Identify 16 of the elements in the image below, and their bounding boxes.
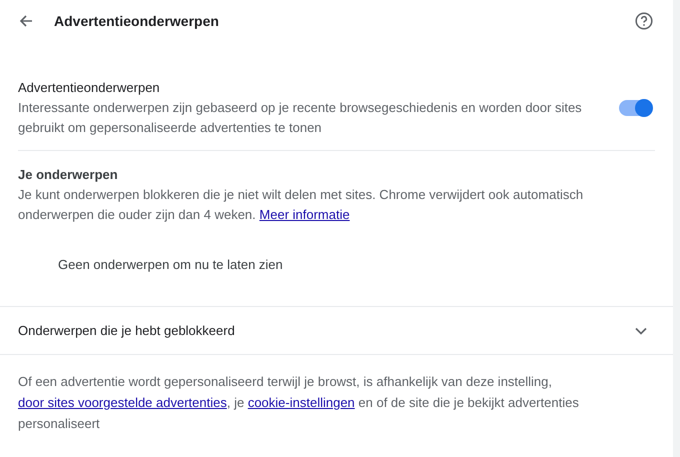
section-title: Je onderwerpen	[18, 166, 119, 184]
section-description: Je kunt onderwerpen blokkeren die je niet wilt delen met sites. Chrome verwijdert ook automatisch onderwerpen die ouder zijn dan 4 weken. Meer informatie	[18, 186, 584, 224]
page-title: Advertentieonderwerpen	[54, 12, 219, 31]
footer-note: Of een advertentie wordt gepersonaliseerd terwijl je browst, is afhankelijk van deze instelling, door sites voorgestelde advertenties, je cookie-instellingen en of de site die je bekijkt advertenties personaliseert	[18, 373, 580, 433]
toggle-switch[interactable]	[619, 100, 651, 116]
back-arrow-icon	[18, 13, 34, 29]
setting-description: Interessante onderwerpen zijn gebaseerd op je recente browsegeschiedenis en worden door sites gebruikt om gepersonaliseerde advertenties te tonen	[18, 99, 583, 137]
help-button[interactable]	[635, 12, 653, 30]
footer-link[interactable]: cookie-instellingen	[248, 395, 355, 410]
learn-more-link[interactable]: Meer informatie	[259, 207, 350, 222]
back-button[interactable]	[18, 13, 34, 29]
setting-title: Advertentieonderwerpen	[18, 79, 161, 97]
help-icon	[635, 12, 653, 30]
footer-link[interactable]: door sites voorgestelde advertenties	[18, 395, 227, 410]
empty-message: Geen onderwerpen om nu te laten zien	[58, 256, 284, 274]
blocked-topics-row[interactable]: Onderwerpen die je hebt geblokkeerd	[0, 307, 673, 355]
